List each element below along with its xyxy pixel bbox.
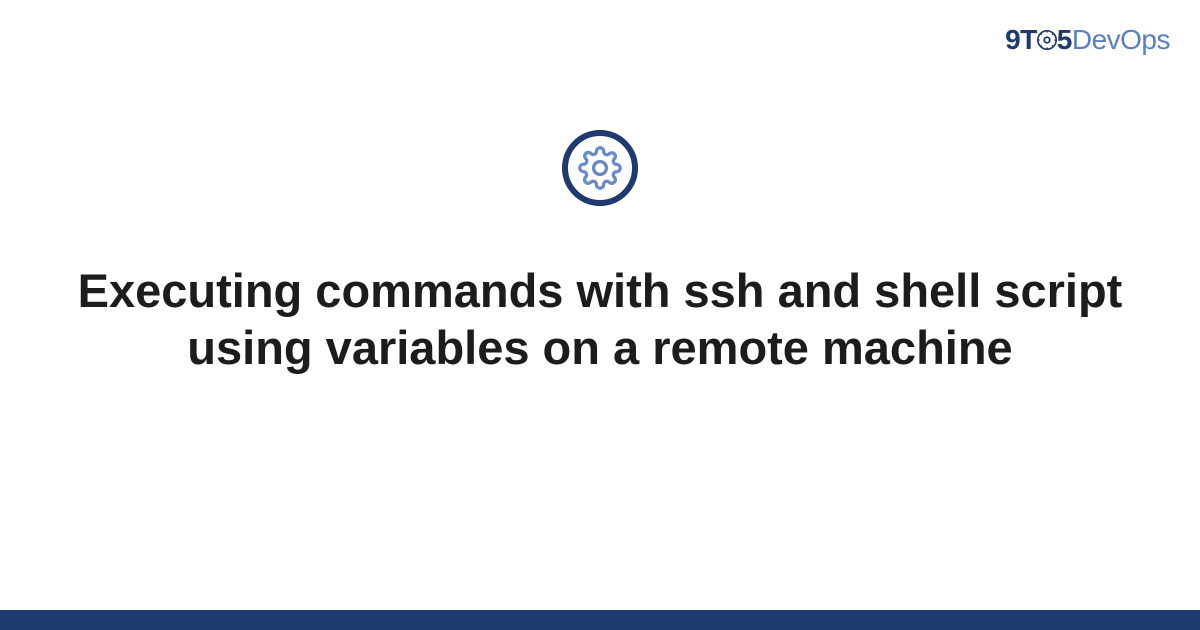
logo-text-5: 5: [1057, 24, 1072, 55]
page-title: Executing commands with ssh and shell sc…: [0, 262, 1200, 377]
logo-text-9t: 9T: [1005, 24, 1037, 55]
footer-accent-bar: [0, 610, 1200, 630]
gear-icon: [1036, 29, 1058, 51]
brand-logo: 9T 5DevOps: [1005, 24, 1170, 56]
hero-gear-icon: [562, 130, 638, 206]
logo-text-devops: DevOps: [1072, 24, 1170, 55]
